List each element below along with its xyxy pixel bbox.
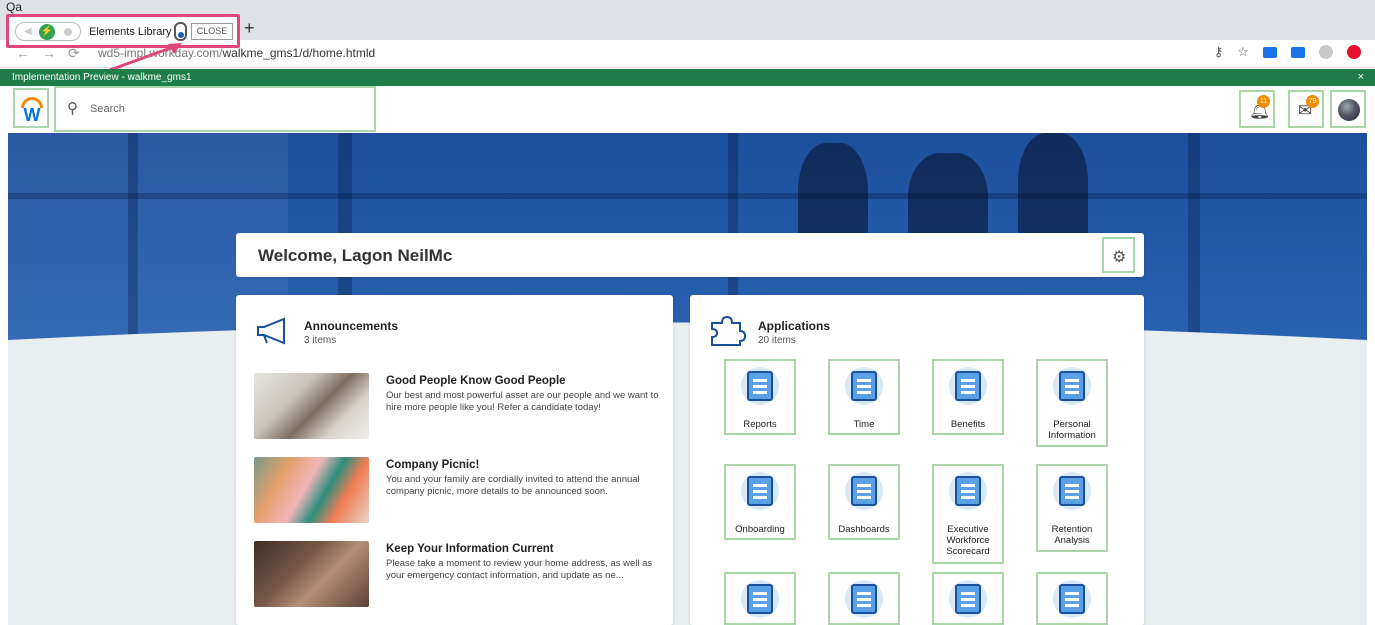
search-placeholder: Search xyxy=(90,103,125,115)
announcement-item[interactable]: Company Picnic! You and your family are … xyxy=(254,457,664,523)
lock-icon[interactable] xyxy=(174,22,187,41)
workday-logo[interactable]: W xyxy=(13,88,49,128)
implementation-preview-bar: Implementation Preview - walkme_gms1 × xyxy=(0,69,1375,86)
url-path: walkme_gms1/d/home.htmld xyxy=(222,46,376,60)
notifications-button[interactable]: 🔔︎ 11 xyxy=(1239,90,1275,128)
app-tile[interactable] xyxy=(828,572,900,625)
payroll-icon xyxy=(1059,584,1085,614)
announcements-card: Announcements 3 items Good People Know G… xyxy=(236,295,673,625)
chat-extension-icon[interactable] xyxy=(1291,46,1305,58)
arrow-icon: ◀ xyxy=(24,26,32,37)
presentation-icon xyxy=(1059,476,1085,506)
id-card-icon xyxy=(1059,371,1085,401)
announcements-title: Announcements xyxy=(304,319,399,333)
close-icon[interactable]: × xyxy=(1358,71,1364,83)
page-background xyxy=(8,358,1367,625)
inbox-button[interactable]: ✉︎ 79 xyxy=(1288,90,1324,128)
elements-library-toolbar: ◀ ⚡ Elements Library CLOSE xyxy=(6,14,240,48)
star-icon[interactable]: ☆ xyxy=(1237,44,1249,60)
app-tile-label: Personal Information xyxy=(1048,419,1096,441)
announcement-body: You and your family are cordially invite… xyxy=(386,474,640,497)
app-tile[interactable] xyxy=(932,572,1004,625)
url-host: wd5-impl.workday.com/ xyxy=(98,46,223,60)
chart-board-icon xyxy=(747,584,773,614)
app-tile-label: Time xyxy=(853,419,875,430)
shield-icon xyxy=(955,371,981,401)
search-icon: ⚲ xyxy=(67,100,78,117)
browser-window-icon xyxy=(955,584,981,614)
announcement-title[interactable]: Keep Your Information Current xyxy=(386,543,554,555)
workday-header: W ⚲ Search 🔔︎ 11 ✉︎ 79 xyxy=(0,86,1375,133)
notifications-badge: 11 xyxy=(1257,95,1270,108)
announcement-title[interactable]: Good People Know Good People xyxy=(386,375,566,387)
gear-icon: ⚙ xyxy=(1112,249,1127,266)
announcement-item[interactable]: Keep Your Information Current Please tak… xyxy=(254,541,664,607)
reports-icon xyxy=(747,371,773,401)
lightning-icon: ⚡ xyxy=(39,24,55,40)
app-tile-dashboards[interactable]: Dashboards xyxy=(828,464,900,540)
announcement-item[interactable]: Good People Know Good People Our best an… xyxy=(254,373,664,439)
settings-button[interactable]: ⚙ xyxy=(1102,237,1135,273)
puzzle-icon xyxy=(711,315,746,346)
map-icon xyxy=(747,476,773,506)
applications-count: 20 items xyxy=(758,335,796,346)
extension-icon[interactable] xyxy=(1263,46,1277,58)
dashboard-icon xyxy=(851,476,877,506)
app-tile-reports[interactable]: Reports xyxy=(724,359,796,435)
app-tile-personal-information[interactable]: Personal Information xyxy=(1036,359,1108,447)
search-input[interactable]: ⚲ Search xyxy=(54,86,376,132)
inbox-badge: 79 xyxy=(1306,95,1319,108)
document-icon xyxy=(851,584,877,614)
tab-title[interactable]: Qa xyxy=(6,0,22,14)
app-tile-executive-workforce-scorecard[interactable]: Executive Workforce Scorecard xyxy=(932,464,1004,564)
app-tile-retention-analysis[interactable]: Retention Analysis xyxy=(1036,464,1108,552)
avatar xyxy=(1338,99,1360,121)
logo-letter: W xyxy=(23,105,41,125)
app-tile-onboarding[interactable]: Onboarding xyxy=(724,464,796,540)
close-button[interactable]: CLOSE xyxy=(191,23,233,40)
app-tile-time[interactable]: Time xyxy=(828,359,900,435)
profile-button[interactable] xyxy=(1330,90,1366,128)
mode-toggle[interactable]: ◀ ⚡ xyxy=(15,22,81,41)
key-icon[interactable]: ⚷ xyxy=(1214,44,1224,60)
applications-title: Applications xyxy=(758,319,831,333)
app-tile-label: Executive Workforce Scorecard xyxy=(946,524,990,557)
app-tile[interactable] xyxy=(724,572,796,625)
new-tab-button[interactable]: + xyxy=(244,18,255,39)
app-tile-label: Reports xyxy=(743,419,777,430)
address-bar[interactable]: wd5-impl.workday.com/walkme_gms1/d/home.… xyxy=(98,46,375,60)
announcement-image xyxy=(254,457,369,523)
app-tile-label: Dashboards xyxy=(838,524,890,535)
welcome-title: Welcome, Lagon NeilMc xyxy=(258,246,453,265)
announcement-body: Please take a moment to review your home… xyxy=(386,558,653,581)
opera-icon[interactable] xyxy=(1347,45,1361,59)
welcome-card: Welcome, Lagon NeilMc ⚙ xyxy=(236,233,1144,277)
preview-text: Implementation Preview - walkme_gms1 xyxy=(12,72,192,83)
elements-library-label: Elements Library xyxy=(89,26,172,38)
applications-card: Applications 20 items Reports Time Benef… xyxy=(690,295,1144,625)
scorecard-icon xyxy=(955,476,981,506)
dot-icon xyxy=(64,28,72,36)
window-beam xyxy=(8,193,1367,199)
app-tile-label: Retention Analysis xyxy=(1051,524,1093,546)
megaphone-icon xyxy=(257,317,285,345)
app-tile-label: Benefits xyxy=(950,419,986,430)
app-tile-benefits[interactable]: Benefits xyxy=(932,359,1004,435)
browser-extension-icons: ⚷ ☆ xyxy=(1214,44,1361,60)
app-tile[interactable] xyxy=(1036,572,1108,625)
announcement-body: Our best and most powerful asset are our… xyxy=(386,390,659,413)
app-tile-label: Onboarding xyxy=(735,524,785,535)
announcement-title[interactable]: Company Picnic! xyxy=(386,459,479,471)
announcement-image xyxy=(254,373,369,439)
announcements-count: 3 items xyxy=(304,335,337,346)
profile-icon[interactable] xyxy=(1319,45,1333,59)
clock-icon xyxy=(851,371,877,401)
announcement-image xyxy=(254,541,369,607)
